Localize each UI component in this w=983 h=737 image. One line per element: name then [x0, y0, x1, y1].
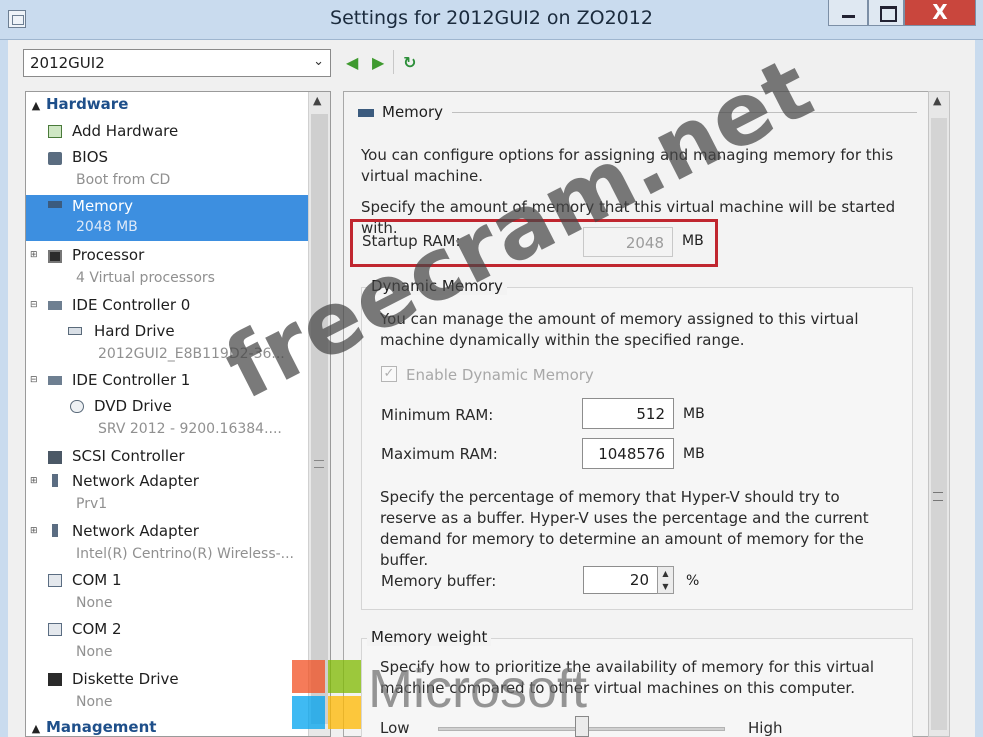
tree-scroll-thumb[interactable] — [311, 114, 328, 724]
hard-drive-icon — [68, 327, 82, 335]
tree-item-scsi-controller[interactable]: SCSI Controller — [26, 445, 309, 469]
tree-item-diskette-drive[interactable]: Diskette Drive None — [26, 668, 309, 716]
expand-icon[interactable]: ⊞ — [30, 526, 38, 536]
tree-item-add-hardware[interactable]: Add Hardware — [26, 120, 309, 144]
network-adapter-icon — [52, 524, 58, 537]
weight-low-label: Low — [380, 719, 410, 737]
tree-item-network-adapter-1[interactable]: ⊞ Network Adapter Prv1 — [26, 470, 309, 518]
chevron-down-icon[interactable]: ⌄ — [313, 54, 324, 69]
memory-icon — [358, 108, 374, 117]
logo-square — [292, 660, 325, 693]
maximum-ram-unit: MB — [683, 446, 705, 462]
tree-scrollbar[interactable]: ▲ — [308, 92, 330, 736]
forward-icon[interactable]: ▶ — [372, 53, 384, 72]
refresh-icon[interactable]: ↻ — [403, 53, 416, 72]
com-port-icon — [48, 574, 62, 587]
network-adapter-icon — [52, 474, 58, 487]
scroll-up-icon[interactable]: ▲ — [313, 94, 321, 107]
tree-section-hardware[interactable]: ▲ Hardware — [26, 95, 309, 113]
bios-chip-icon — [48, 152, 62, 165]
memory-section-title: Memory — [358, 103, 443, 121]
ide-controller-icon — [48, 301, 62, 310]
grip-icon — [314, 460, 324, 468]
collapse-icon[interactable]: ⊟ — [30, 300, 38, 310]
vm-select[interactable]: 2012GUI2 ⌄ — [23, 49, 331, 77]
hardware-tree: ▲ Hardware Add Hardware BIOS Boot from CD… — [25, 91, 331, 737]
expand-icon[interactable]: ⊞ — [30, 250, 38, 260]
tree-item-bios[interactable]: BIOS Boot from CD — [26, 146, 309, 194]
diskette-icon — [48, 673, 62, 686]
tree-section-management[interactable]: ▲ Management — [26, 718, 309, 736]
microsoft-wordmark: Microsoft — [368, 659, 588, 719]
collapse-icon[interactable]: ▲ — [26, 722, 46, 735]
collapse-icon[interactable]: ⊟ — [30, 375, 38, 385]
scroll-up-icon[interactable]: ▲ — [933, 94, 941, 107]
details-scrollbar[interactable]: ▲ — [928, 91, 950, 737]
logo-square — [328, 660, 361, 693]
tree-item-network-adapter-2[interactable]: ⊞ Network Adapter Intel(R) Centrino(R) W… — [26, 520, 309, 568]
memory-buffer-unit: % — [686, 573, 700, 589]
tree-item-com-2[interactable]: COM 2 None — [26, 618, 309, 666]
logo-square — [328, 696, 361, 729]
maximum-ram-input[interactable]: 1048576 — [582, 438, 674, 469]
enable-dynamic-memory-label: Enable Dynamic Memory — [406, 366, 594, 384]
minimum-ram-label: Minimum RAM: — [381, 406, 494, 424]
collapse-icon[interactable]: ▲ — [26, 99, 46, 112]
microsoft-logo-icon — [292, 660, 362, 730]
memory-weight-title: Memory weight — [367, 628, 492, 646]
memory-buffer-desc: Specify the percentage of memory that Hy… — [380, 488, 869, 569]
vm-select-value: 2012GUI2 — [30, 54, 105, 72]
minimum-ram-unit: MB — [683, 406, 705, 422]
processor-icon — [48, 250, 62, 263]
tree-item-memory[interactable]: Memory 2048 MB — [26, 195, 309, 241]
ide-controller-icon — [48, 376, 62, 385]
memory-buffer-input[interactable]: 20 — [583, 566, 658, 594]
weight-high-label: High — [748, 719, 783, 737]
logo-square — [292, 696, 325, 729]
details-scroll-thumb[interactable] — [931, 118, 947, 730]
com-port-icon — [48, 623, 62, 636]
toolbar-divider — [393, 50, 394, 74]
memory-buffer-label: Memory buffer: — [381, 572, 497, 590]
startup-ram-unit: MB — [682, 233, 704, 249]
tree-item-com-1[interactable]: COM 1 None — [26, 569, 309, 617]
dvd-drive-icon — [70, 400, 84, 413]
back-icon[interactable]: ◀ — [346, 53, 358, 72]
minimize-button[interactable] — [828, 0, 868, 26]
maximum-ram-label: Maximum RAM: — [381, 445, 498, 463]
tree-item-processor[interactable]: ⊞ Processor 4 Virtual processors — [26, 244, 309, 292]
close-button[interactable]: X — [904, 0, 976, 26]
maximize-button[interactable] — [868, 0, 904, 26]
memory-buffer-spinner[interactable]: ▲ ▼ — [657, 566, 674, 594]
expand-icon[interactable]: ⊞ — [30, 476, 38, 486]
enable-dynamic-memory-checkbox[interactable]: ✓ — [381, 366, 397, 382]
memory-icon — [48, 201, 62, 208]
minimum-ram-input[interactable]: 512 — [582, 398, 674, 429]
grip-icon — [933, 492, 943, 501]
title-bar: Settings for 2012GUI2 on ZO2012 X — [0, 0, 983, 40]
scsi-controller-icon — [48, 451, 62, 464]
add-hardware-icon — [48, 125, 62, 138]
